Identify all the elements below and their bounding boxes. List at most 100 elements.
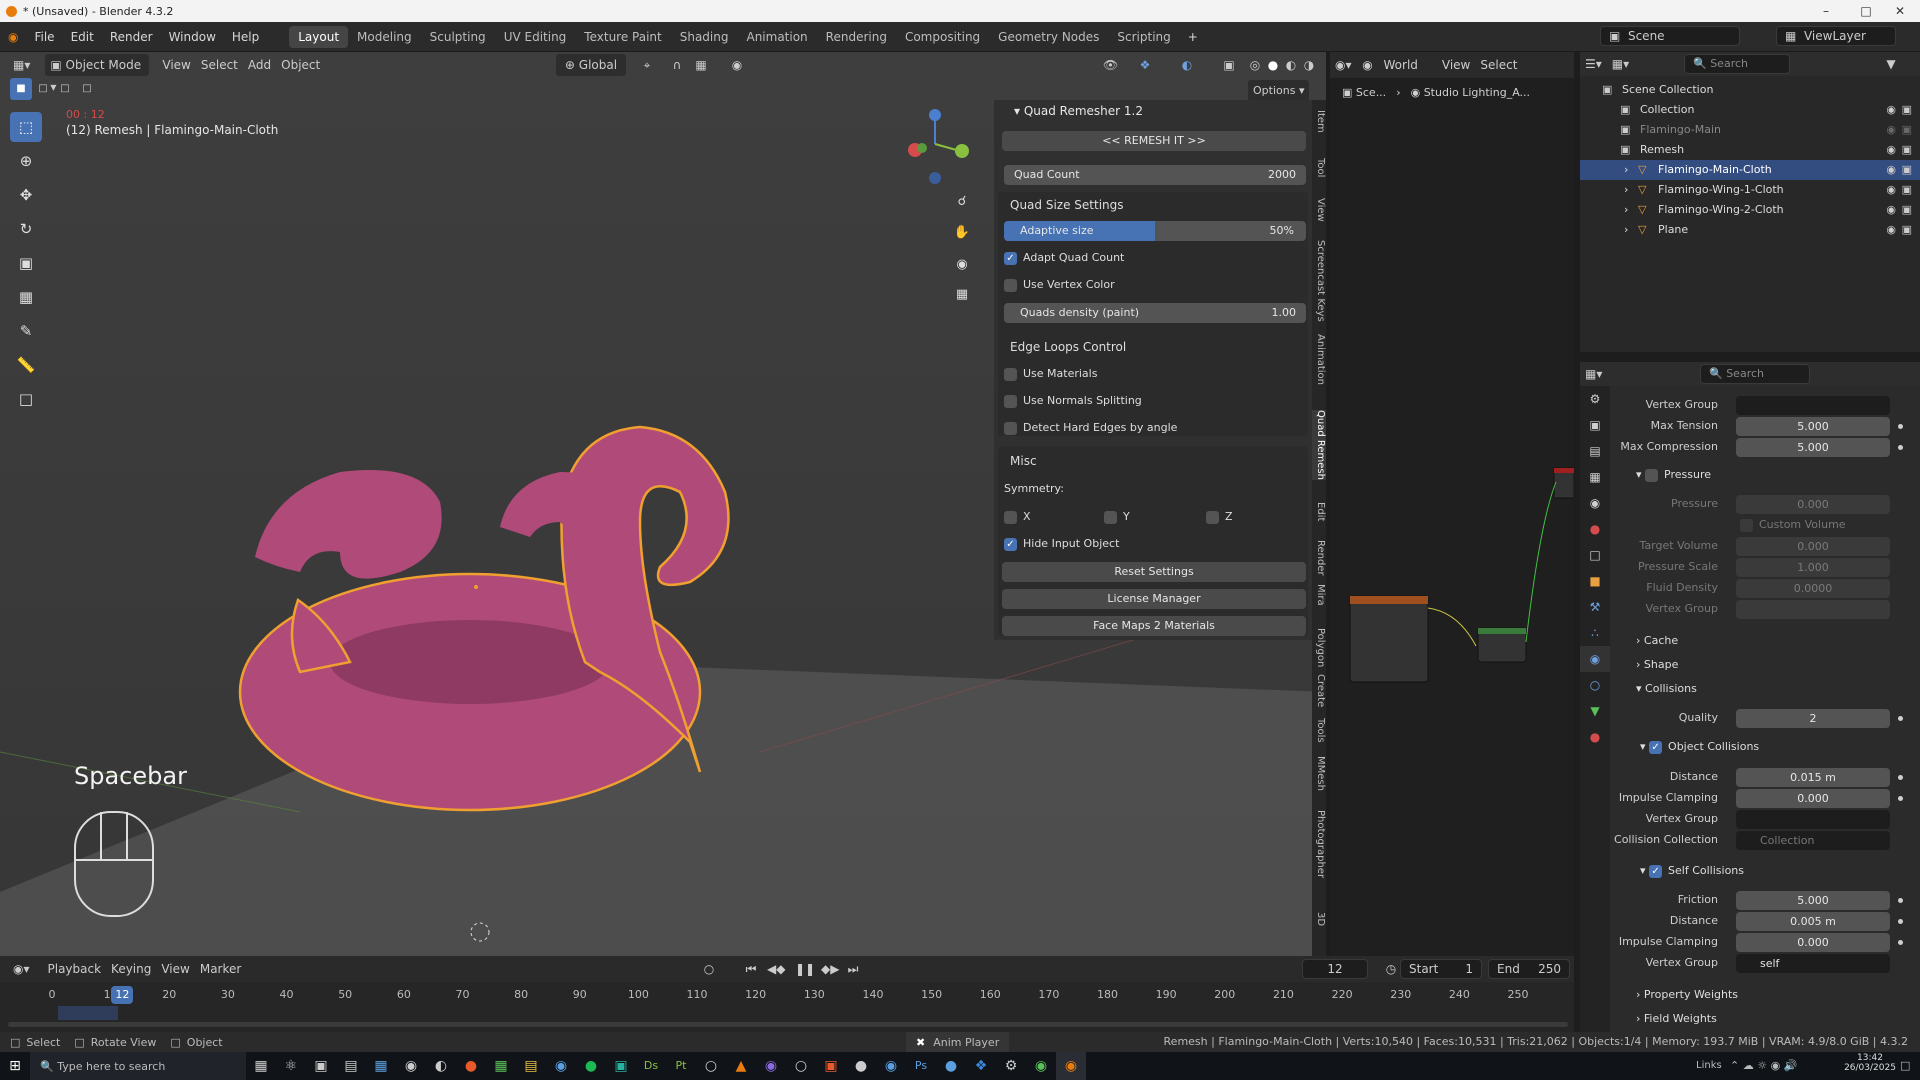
target-volume-field[interactable]: 0.000 xyxy=(1736,537,1890,556)
quad-remesher-header[interactable]: ▾ Quad Remesher 1.2 xyxy=(994,100,1312,122)
tab-uv-editing[interactable]: UV Editing xyxy=(495,26,576,48)
cache-header[interactable]: › Cache xyxy=(1636,634,1678,647)
outliner-row[interactable]: ▣ Flamingo-Main ◉ ▣ xyxy=(1580,120,1920,140)
visibility-icon[interactable]: 👁 xyxy=(1098,54,1123,76)
max-tension-field[interactable]: 5.000 xyxy=(1736,417,1890,436)
property-weights-header[interactable]: › Property Weights xyxy=(1636,988,1738,1001)
spotify-icon[interactable]: ● xyxy=(576,1052,606,1080)
select-box-icon[interactable]: ⬚ xyxy=(10,112,42,142)
fluid-density-field[interactable]: 0.0000 xyxy=(1736,579,1890,598)
select-extend-icon[interactable]: □ xyxy=(32,78,54,100)
menu-file[interactable]: File xyxy=(26,22,62,52)
add-cube-icon[interactable]: □ xyxy=(10,384,42,414)
menu-render[interactable]: Render xyxy=(102,22,161,52)
outliner-row[interactable]: ▣ Scene Collection xyxy=(1580,80,1920,100)
keyframe-dot-icon[interactable] xyxy=(1898,445,1903,450)
object-tab-icon[interactable]: ■ xyxy=(1580,568,1610,594)
transform-icon[interactable]: ▦ xyxy=(10,282,42,312)
timeline-menu-marker[interactable]: Marker xyxy=(195,958,246,980)
select-subtract-icon[interactable]: □ xyxy=(54,78,76,100)
app-icon[interactable]: ● xyxy=(456,1052,486,1080)
outliner-row[interactable]: › ▽ Flamingo-Wing-2-Cloth ◉ ▣ xyxy=(1580,200,1920,220)
jump-keyframe-back-icon[interactable]: ◀◆ xyxy=(762,958,790,980)
proportional-icon[interactable]: ◉ xyxy=(726,54,748,76)
remesh-button[interactable]: << REMESH IT >> xyxy=(1002,131,1306,151)
eye-icon[interactable]: ◉ xyxy=(1886,160,1896,180)
detect-hard-edges-checkbox[interactable]: Detect Hard Edges by angle xyxy=(1004,421,1177,435)
tab-layout[interactable]: Layout xyxy=(289,25,349,48)
hide-input-checkbox[interactable]: ✓ Hide Input Object xyxy=(1004,537,1119,551)
output-tab-icon[interactable]: ▤ xyxy=(1580,438,1610,464)
material-tab-icon[interactable]: ● xyxy=(1580,724,1610,750)
app-icon[interactable]: ◐ xyxy=(426,1052,456,1080)
camera-icon[interactable]: ▣ xyxy=(1902,200,1912,220)
sidebar-tab-3d[interactable]: 3D xyxy=(1312,912,1326,926)
collection-tab-icon[interactable]: □ xyxy=(1580,542,1610,568)
distance-2-field[interactable]: 0.005 m xyxy=(1736,912,1890,931)
impulse-2-field[interactable]: 0.000 xyxy=(1736,933,1890,952)
sidebar-tab-render[interactable]: Render xyxy=(1312,540,1326,576)
sidebar-tab-quad-remesh[interactable]: Quad Remesh xyxy=(1312,410,1326,480)
windows-start-icon[interactable]: ⊞ xyxy=(0,1052,30,1080)
system-tray-icons[interactable]: ⌃ ☁ ☼ ◉ 🔊 xyxy=(1730,1059,1797,1072)
anim-player-indicator[interactable]: ✖ Anim Player xyxy=(906,1032,1010,1052)
chrome-icon[interactable]: ◉ xyxy=(546,1052,576,1080)
quad-size-header[interactable]: Quad Size Settings xyxy=(1010,198,1124,212)
collisions-header[interactable]: ▾ Collisions xyxy=(1636,682,1697,695)
friction-field[interactable]: 5.000 xyxy=(1736,891,1890,910)
camera-icon[interactable]: ▣ xyxy=(1902,100,1912,120)
edge-loops-header[interactable]: Edge Loops Control xyxy=(1010,340,1126,354)
use-vertex-color-checkbox[interactable]: Use Vertex Color xyxy=(1004,278,1115,292)
impulse-field[interactable]: 0.000 xyxy=(1736,789,1890,808)
vlc-icon[interactable]: ▲ xyxy=(726,1052,756,1080)
data-tab-icon[interactable]: ▼ xyxy=(1580,698,1610,724)
frame-ruler[interactable]: 0102030405060708090100110120130140150160… xyxy=(0,986,1574,1006)
end-frame-field[interactable]: End 250 xyxy=(1488,959,1570,979)
app-icon[interactable]: ● xyxy=(936,1052,966,1080)
viewport-menu-object[interactable]: Object xyxy=(276,54,325,76)
outliner-row[interactable]: › ▽ Flamingo-Main-Cloth ◉ ▣ xyxy=(1580,160,1920,180)
viewport-menu-add[interactable]: Add xyxy=(243,54,276,76)
app-icon[interactable]: ▣ xyxy=(306,1052,336,1080)
xray-icon[interactable]: ▣ xyxy=(1218,54,1240,76)
quality-field[interactable]: 2 xyxy=(1736,709,1890,728)
perspective-grid-icon[interactable]: ▦ xyxy=(946,280,978,310)
cancel-icon[interactable]: ✖ xyxy=(916,1036,925,1049)
gizmo-icon[interactable]: ❖ xyxy=(1134,54,1156,76)
move-icon[interactable]: ✥ xyxy=(10,180,42,210)
app-icon[interactable]: ⚙ xyxy=(996,1052,1026,1080)
select-new-icon[interactable]: ■ xyxy=(10,78,32,100)
measure-icon[interactable]: 📏 xyxy=(10,350,42,380)
constraints-tab-icon[interactable]: ○ xyxy=(1580,672,1610,698)
keyframe-dot-icon[interactable] xyxy=(1898,775,1903,780)
eye-icon[interactable]: ◉ xyxy=(1886,100,1896,120)
keyframe-dot-icon[interactable] xyxy=(1898,940,1903,945)
eye-icon[interactable]: ◉ xyxy=(1886,120,1896,140)
outliner[interactable]: ☰▾ ▦▾ 🔍 Search ▼ ▣ Scene Collection ▣ Colle… xyxy=(1580,52,1920,352)
sidebar-tab-screencast-keys[interactable]: Screencast Keys xyxy=(1312,240,1326,322)
sidebar-tab-mira[interactable]: Mira xyxy=(1312,584,1326,606)
chevron-right-icon[interactable]: › xyxy=(1624,220,1628,240)
options-dropdown[interactable]: Options ▾ xyxy=(1248,80,1310,102)
jump-keyframe-next-icon[interactable]: ◆▶ xyxy=(816,958,844,980)
use-normals-checkbox[interactable]: Use Normals Splitting xyxy=(1004,394,1142,408)
wechat-icon[interactable]: ◉ xyxy=(1026,1052,1056,1080)
reset-settings-button[interactable]: Reset Settings xyxy=(1002,562,1306,582)
jump-end-icon[interactable]: ⏭ xyxy=(842,958,864,980)
vertex-group-4-field[interactable]: self xyxy=(1736,954,1890,973)
designer-icon[interactable]: Ds xyxy=(636,1052,666,1080)
sidebar-tab-view[interactable]: View xyxy=(1312,198,1326,222)
camera-icon[interactable]: ▣ xyxy=(1902,220,1912,240)
clock-icon[interactable]: ◷ xyxy=(1380,958,1402,980)
keyframe-dot-icon[interactable] xyxy=(1898,919,1903,924)
quad-count-field[interactable]: Quad Count 2000 xyxy=(1004,165,1306,185)
field-weights-header[interactable]: › Field Weights xyxy=(1636,1012,1717,1025)
adapt-quad-count-checkbox[interactable]: ✓ Adapt Quad Count xyxy=(1004,251,1124,265)
max-compression-field[interactable]: 5.000 xyxy=(1736,438,1890,457)
tab-rendering[interactable]: Rendering xyxy=(817,26,896,48)
keyframe-dot-icon[interactable] xyxy=(1898,716,1903,721)
keyframe-dot-icon[interactable] xyxy=(1898,424,1903,429)
sidebar-tab-tool[interactable]: Tool xyxy=(1312,158,1326,177)
distance-field[interactable]: 0.015 m xyxy=(1736,768,1890,787)
outliner-row[interactable]: ▣ Remesh ◉ ▣ xyxy=(1580,140,1920,160)
